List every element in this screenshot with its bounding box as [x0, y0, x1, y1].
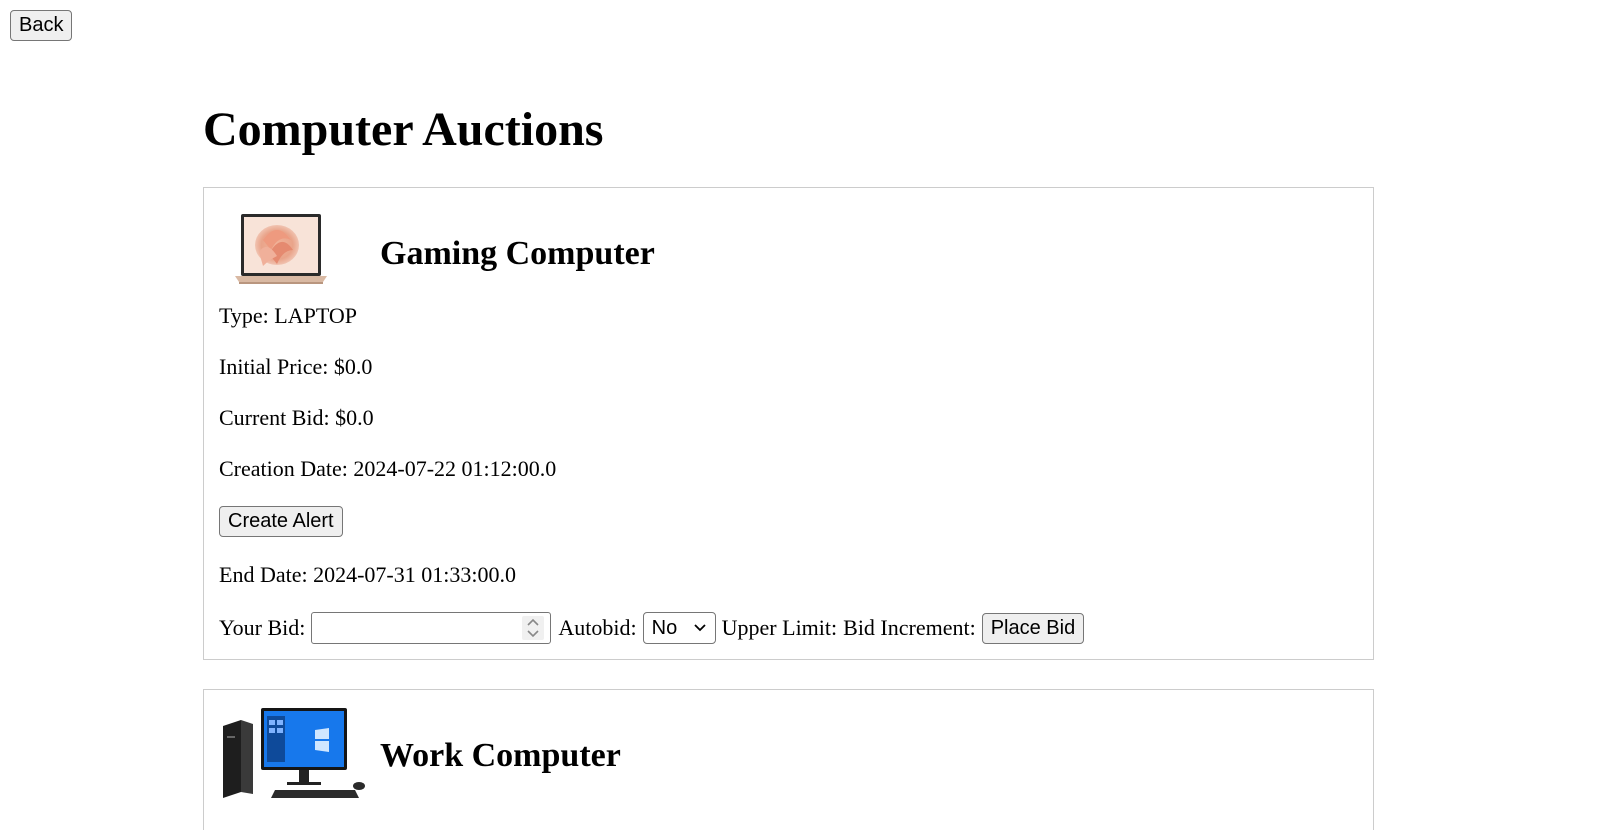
end-date: End Date: 2024-07-31 01:33:00.0 — [219, 562, 516, 587]
page-title: Computer Auctions — [203, 103, 604, 156]
auction-title: Gaming Computer — [380, 235, 655, 272]
auction-title: Work Computer — [380, 737, 621, 774]
autobid-selected-value: No — [651, 617, 678, 639]
place-bid-button[interactable]: Place Bid — [981, 612, 1085, 644]
back-button[interactable]: Back — [10, 10, 73, 41]
autobid-select[interactable]: No — [642, 612, 716, 644]
chevron-down-icon — [694, 624, 706, 632]
your-bid-input[interactable] — [311, 612, 552, 644]
auction-card: Gaming Computer Type: LAPTOP Initial Pri… — [203, 187, 1374, 660]
bid-increment-label: Bid Increment: — [843, 615, 976, 640]
laptop-image — [235, 214, 327, 284]
initial-price: Initial Price: $0.0 — [219, 354, 373, 379]
auction-type: Type: LAPTOP — [219, 303, 358, 328]
upper-limit-label: Upper Limit: — [721, 615, 838, 640]
current-bid: Current Bid: $0.0 — [219, 405, 374, 430]
your-bid-label: Your Bid: — [219, 615, 306, 640]
create-alert-button[interactable]: Create Alert — [219, 506, 343, 537]
spinner-arrows-icon[interactable] — [522, 616, 545, 640]
desktop-image — [223, 708, 365, 798]
autobid-label: Autobid: — [558, 615, 637, 640]
auction-card: Work Computer — [203, 689, 1374, 830]
creation-date: Creation Date: 2024-07-22 01:12:00.0 — [219, 456, 557, 481]
bid-form: Your Bid: Autobid: No Upper Limit: Bid I… — [219, 612, 1085, 644]
